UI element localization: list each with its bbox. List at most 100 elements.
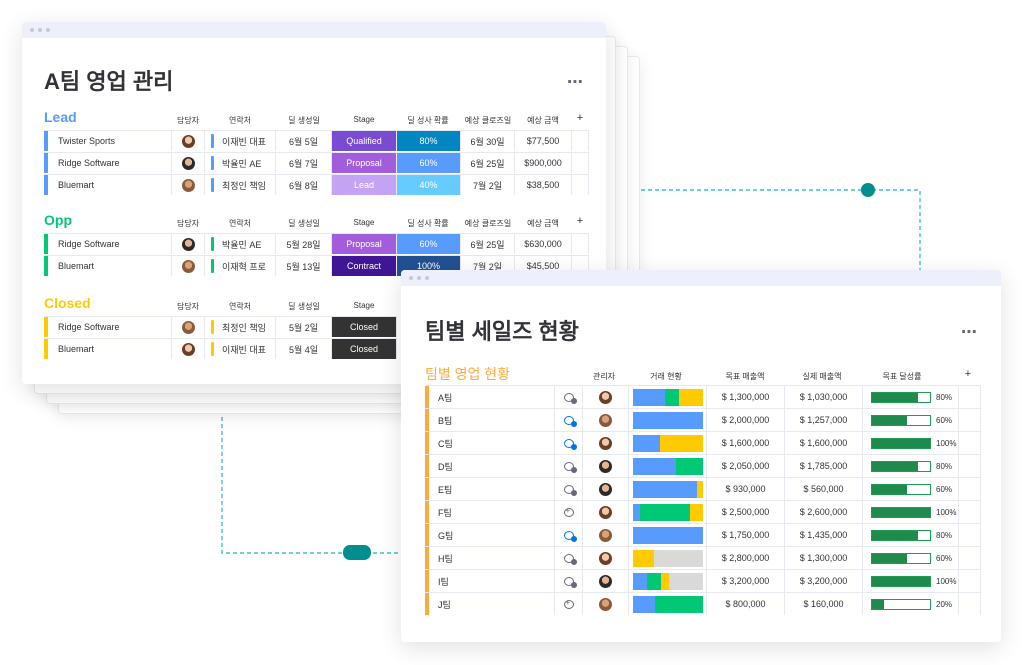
stage-status[interactable]: Contract <box>332 256 397 276</box>
actual-revenue[interactable]: $ 160,000 <box>785 593 863 615</box>
actual-revenue[interactable]: $ 2,600,000 <box>785 501 863 523</box>
item-name[interactable]: Bluemart <box>48 339 172 359</box>
table-row[interactable]: Twister Sports 이재빈 대표 6월 5일 Qualified 80% 6월 … <box>44 130 589 151</box>
updates-cell[interactable] <box>555 478 583 500</box>
created-date[interactable]: 5월 13일 <box>276 256 332 276</box>
manager-cell[interactable] <box>583 593 629 615</box>
owner-cell[interactable] <box>172 153 205 173</box>
add-column-cell[interactable] <box>959 386 981 408</box>
target-revenue[interactable]: $ 1,750,000 <box>707 524 785 546</box>
chat-bubble-icon[interactable] <box>563 506 574 517</box>
team-name[interactable]: J팀 <box>429 593 555 615</box>
manager-cell[interactable] <box>583 409 629 431</box>
target-revenue[interactable]: $ 800,000 <box>707 593 785 615</box>
manager-cell[interactable] <box>583 570 629 592</box>
manager-cell[interactable] <box>583 478 629 500</box>
add-column-cell[interactable] <box>959 409 981 431</box>
table-row[interactable]: B팀 $ 2,000,000 $ 1,257,000 60% <box>425 408 981 431</box>
updates-cell[interactable] <box>555 524 583 546</box>
team-name[interactable]: F팀 <box>429 501 555 523</box>
actual-revenue[interactable]: $ 560,000 <box>785 478 863 500</box>
table-row[interactable]: F팀 $ 2,500,000$ 2,600,000 100% <box>425 500 981 523</box>
group-title-opp[interactable]: Opp <box>44 212 72 228</box>
manager-cell[interactable] <box>583 386 629 408</box>
probability-status[interactable]: 60% <box>397 153 461 173</box>
add-column-cell[interactable] <box>959 547 981 569</box>
contact-cell[interactable]: 박율민 AE <box>205 153 276 173</box>
updates-cell[interactable] <box>555 386 583 408</box>
stage-status[interactable]: Closed <box>332 339 397 359</box>
item-name[interactable]: Bluemart <box>48 175 172 195</box>
manager-cell[interactable] <box>583 432 629 454</box>
actual-revenue[interactable]: $ 1,600,000 <box>785 432 863 454</box>
achievement-cell[interactable]: 60% <box>863 547 959 569</box>
updates-cell[interactable] <box>555 409 583 431</box>
add-column-cell[interactable] <box>572 131 589 151</box>
stage-status[interactable]: Lead <box>332 175 397 195</box>
chat-bubble-icon[interactable] <box>563 392 577 404</box>
achievement-cell[interactable]: 80% <box>863 455 959 477</box>
add-column-cell[interactable] <box>959 432 981 454</box>
table-row[interactable]: A팀 $ 1,300,000 $ 1,030,000 80% <box>425 385 981 408</box>
deal-status-cell[interactable] <box>629 409 707 431</box>
add-column-cell[interactable] <box>959 593 981 615</box>
updates-cell[interactable] <box>555 455 583 477</box>
target-revenue[interactable]: $ 2,500,000 <box>707 501 785 523</box>
actual-revenue[interactable]: $ 1,435,000 <box>785 524 863 546</box>
table-row[interactable]: G팀 $ 1,750,000 $ 1,435,000 80% <box>425 523 981 546</box>
chat-bubble-icon[interactable] <box>563 576 577 588</box>
achievement-cell[interactable]: 100% <box>863 501 959 523</box>
table-row[interactable]: I팀 $ 3,200,000 $ 3,200,000 100% <box>425 569 981 592</box>
item-name[interactable]: Twister Sports <box>48 131 172 151</box>
deal-status-cell[interactable] <box>629 547 707 569</box>
updates-cell[interactable] <box>555 501 583 523</box>
created-date[interactable]: 6월 5일 <box>276 131 332 151</box>
owner-cell[interactable] <box>172 234 205 254</box>
owner-cell[interactable] <box>172 339 205 359</box>
table-row[interactable]: Ridge Software 박율민 AE 6월 7일 Proposal 60% 6월 2… <box>44 152 589 173</box>
created-date[interactable]: 6월 7일 <box>276 153 332 173</box>
manager-cell[interactable] <box>583 524 629 546</box>
close-date[interactable]: 7월 2일 <box>461 175 515 195</box>
column-header[interactable]: + <box>550 215 610 227</box>
stage-status[interactable]: Qualified <box>332 131 397 151</box>
manager-cell[interactable] <box>583 501 629 523</box>
actual-revenue[interactable]: $ 1,257,000 <box>785 409 863 431</box>
contact-cell[interactable]: 최정인 책임 <box>205 175 276 195</box>
achievement-cell[interactable]: 20% <box>863 593 959 615</box>
table-row[interactable]: C팀 $ 1,600,000 $ 1,600,000 100% <box>425 431 981 454</box>
achievement-cell[interactable]: 60% <box>863 478 959 500</box>
item-name[interactable]: Bluemart <box>48 256 172 276</box>
achievement-cell[interactable]: 60% <box>863 409 959 431</box>
target-revenue[interactable]: $ 2,000,000 <box>707 409 785 431</box>
updates-cell[interactable] <box>555 432 583 454</box>
target-revenue[interactable]: $ 2,050,000 <box>707 455 785 477</box>
stage-status[interactable]: Proposal <box>332 234 397 254</box>
amount-cell[interactable]: $77,500 <box>515 131 572 151</box>
contact-cell[interactable]: 이재빈 대표 <box>205 339 276 359</box>
stage-status[interactable]: Closed <box>332 317 397 337</box>
team-name[interactable]: E팀 <box>429 478 555 500</box>
column-header[interactable]: + <box>933 368 1003 380</box>
team-name[interactable]: G팀 <box>429 524 555 546</box>
actual-revenue[interactable]: $ 1,785,000 <box>785 455 863 477</box>
owner-cell[interactable] <box>172 317 205 337</box>
target-revenue[interactable]: $ 1,600,000 <box>707 432 785 454</box>
add-column-cell[interactable] <box>572 175 589 195</box>
deal-status-cell[interactable] <box>629 432 707 454</box>
achievement-cell[interactable]: 100% <box>863 570 959 592</box>
table-row[interactable]: Ridge Software 박율민 AE 5월 28일 Proposal 60% 6월 … <box>44 233 589 254</box>
add-column-cell[interactable] <box>572 234 589 254</box>
group-title-closed[interactable]: Closed <box>44 295 91 311</box>
manager-cell[interactable] <box>583 547 629 569</box>
chat-bubble-icon[interactable] <box>563 415 577 427</box>
team-name[interactable]: I팀 <box>429 570 555 592</box>
probability-status[interactable]: 40% <box>397 175 461 195</box>
created-date[interactable]: 5월 4일 <box>276 339 332 359</box>
chat-bubble-icon[interactable] <box>563 484 577 496</box>
contact-cell[interactable]: 이재혁 프로 <box>205 256 276 276</box>
team-name[interactable]: A팀 <box>429 386 555 408</box>
manager-cell[interactable] <box>583 455 629 477</box>
add-column-cell[interactable] <box>959 478 981 500</box>
team-name[interactable]: D팀 <box>429 455 555 477</box>
